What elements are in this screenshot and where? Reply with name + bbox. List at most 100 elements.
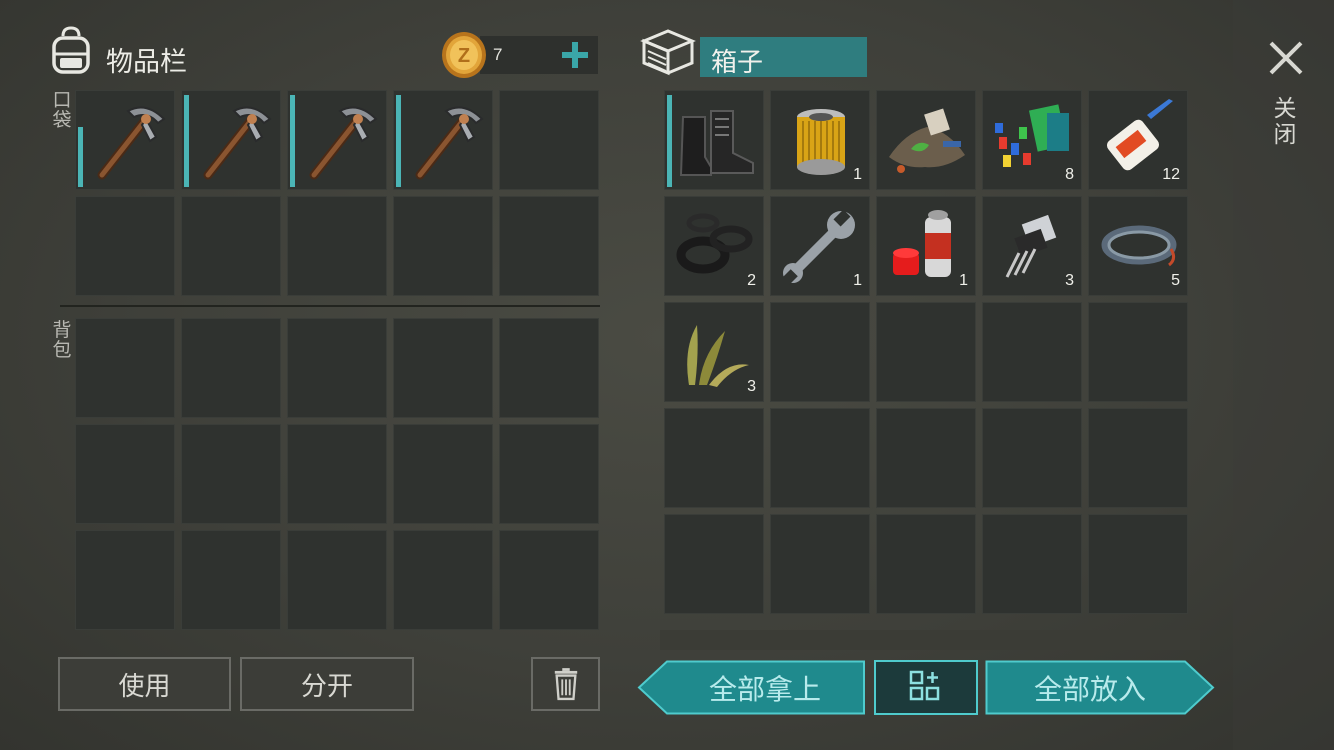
pocket-slot[interactable] <box>499 90 599 190</box>
durability-bar <box>290 95 295 187</box>
inventory-title: 物品栏 <box>106 47 187 78</box>
pocket-slot[interactable] <box>393 196 493 296</box>
close-icon <box>1269 41 1303 75</box>
wire-coil-icon <box>1101 225 1177 267</box>
item-count: 3 <box>747 378 756 395</box>
item-count: 3 <box>1065 272 1074 289</box>
container-slot[interactable] <box>664 408 764 508</box>
container-slot[interactable] <box>982 408 1082 508</box>
container-slot-rubber-seals[interactable]: 2 <box>664 196 764 296</box>
backpack-slot[interactable] <box>287 530 387 630</box>
container-slot[interactable] <box>982 302 1082 402</box>
backpack-slot[interactable] <box>499 318 599 418</box>
box-icon <box>640 27 696 77</box>
container-slot[interactable] <box>876 408 976 508</box>
pocket-slot[interactable] <box>287 196 387 296</box>
container-slot[interactable] <box>770 514 870 614</box>
grid-view-icon <box>909 670 940 701</box>
container-slot[interactable] <box>982 514 1082 614</box>
backpack-slot[interactable] <box>181 424 281 524</box>
container-slot-scrap-pile[interactable] <box>876 90 976 190</box>
pocket-slot-pickaxe[interactable] <box>181 90 281 190</box>
pocket-slot-pickaxe[interactable] <box>75 90 175 190</box>
backpack-slot[interactable] <box>75 530 175 630</box>
close-button[interactable]: 关闭 <box>1262 34 1310 158</box>
container-slot[interactable] <box>1088 408 1188 508</box>
backpack-slot[interactable] <box>393 424 493 524</box>
grid-clip <box>660 630 1200 650</box>
container-slot-wrench[interactable]: 1 <box>770 196 870 296</box>
backpack-label: 背包 <box>52 319 72 361</box>
item-count: 1 <box>853 166 862 183</box>
electronics-parts-icon <box>995 104 1069 167</box>
backpack-slot[interactable] <box>75 424 175 524</box>
backpack-slot[interactable] <box>181 318 281 418</box>
trash-button[interactable] <box>531 657 600 711</box>
scrap-pile-icon <box>889 108 965 173</box>
item-count: 1 <box>853 272 862 289</box>
pockets-label: 口袋 <box>52 89 72 131</box>
container-slot-super-glue[interactable]: 12 <box>1088 90 1188 190</box>
backpack-slot[interactable] <box>499 530 599 630</box>
put-all-label: 全部放入 <box>1033 672 1146 706</box>
container-slot[interactable] <box>664 514 764 614</box>
backpack-icon <box>46 26 96 76</box>
backpack-slot[interactable] <box>287 424 387 524</box>
backpack-slot[interactable] <box>181 530 281 630</box>
backpack-slot[interactable] <box>499 424 599 524</box>
split-button[interactable]: 分开 <box>240 657 414 711</box>
transistor-icon <box>1005 214 1057 278</box>
close-label: 关闭 <box>1273 96 1297 148</box>
svg-text:Z: Z <box>458 45 470 67</box>
container-slot-wire-coil[interactable]: 5 <box>1088 196 1188 296</box>
container-title: 箱子 <box>711 48 764 78</box>
container-slot-transistor[interactable]: 3 <box>982 196 1082 296</box>
pickaxe-icon <box>203 106 272 180</box>
pocket-slot-pickaxe[interactable] <box>393 90 493 190</box>
container-slot[interactable] <box>876 514 976 614</box>
container-slot-electronics-parts[interactable]: 8 <box>982 90 1082 190</box>
container-slot[interactable] <box>770 302 870 402</box>
section-divider <box>60 305 600 307</box>
container-slot-plant-fiber[interactable]: 3 <box>664 302 764 402</box>
container-slot-boots[interactable] <box>664 90 764 190</box>
container-slot[interactable] <box>770 408 870 508</box>
pickaxe-icon <box>97 106 166 180</box>
pickaxe-icon <box>309 106 378 180</box>
pocket-slot[interactable] <box>181 196 281 296</box>
backpack-slot[interactable] <box>287 318 387 418</box>
container-slot-aerosol-paint[interactable]: 1 <box>876 196 976 296</box>
backpack-slot[interactable] <box>393 530 493 630</box>
item-count: 1 <box>959 272 968 289</box>
backpack-slot[interactable] <box>75 318 175 418</box>
container-slot-oil-filter[interactable]: 1 <box>770 90 870 190</box>
put-all-button[interactable]: 全部放入 <box>985 660 1215 715</box>
container-slot[interactable] <box>876 302 976 402</box>
pocket-slot-pickaxe[interactable] <box>287 90 387 190</box>
item-count: 8 <box>1065 166 1074 183</box>
use-button[interactable]: 使用 <box>58 657 231 711</box>
rubber-seals-icon <box>676 213 753 274</box>
aerosol-paint-icon <box>893 210 951 277</box>
add-coins-button[interactable] <box>558 38 592 72</box>
durability-bar <box>396 95 401 187</box>
durability-bar <box>78 127 83 187</box>
take-all-label: 全部拿上 <box>708 672 821 706</box>
backpack-slot[interactable] <box>393 318 493 418</box>
pocket-slot[interactable] <box>499 196 599 296</box>
plant-fiber-icon <box>687 325 749 387</box>
sort-button[interactable] <box>874 660 978 715</box>
durability-bar <box>667 95 672 187</box>
pocket-slot[interactable] <box>75 196 175 296</box>
container-slot[interactable] <box>1088 302 1188 402</box>
container-slot[interactable] <box>1088 514 1188 614</box>
coin-count: 7 <box>493 45 503 64</box>
item-count: 12 <box>1162 166 1180 183</box>
durability-bar <box>184 95 189 187</box>
oil-filter-icon <box>797 109 845 175</box>
wrench-icon <box>782 209 855 285</box>
take-all-button[interactable]: 全部拿上 <box>637 660 866 715</box>
trash-icon <box>554 668 577 701</box>
item-count: 2 <box>747 272 756 289</box>
item-count: 5 <box>1171 272 1180 289</box>
